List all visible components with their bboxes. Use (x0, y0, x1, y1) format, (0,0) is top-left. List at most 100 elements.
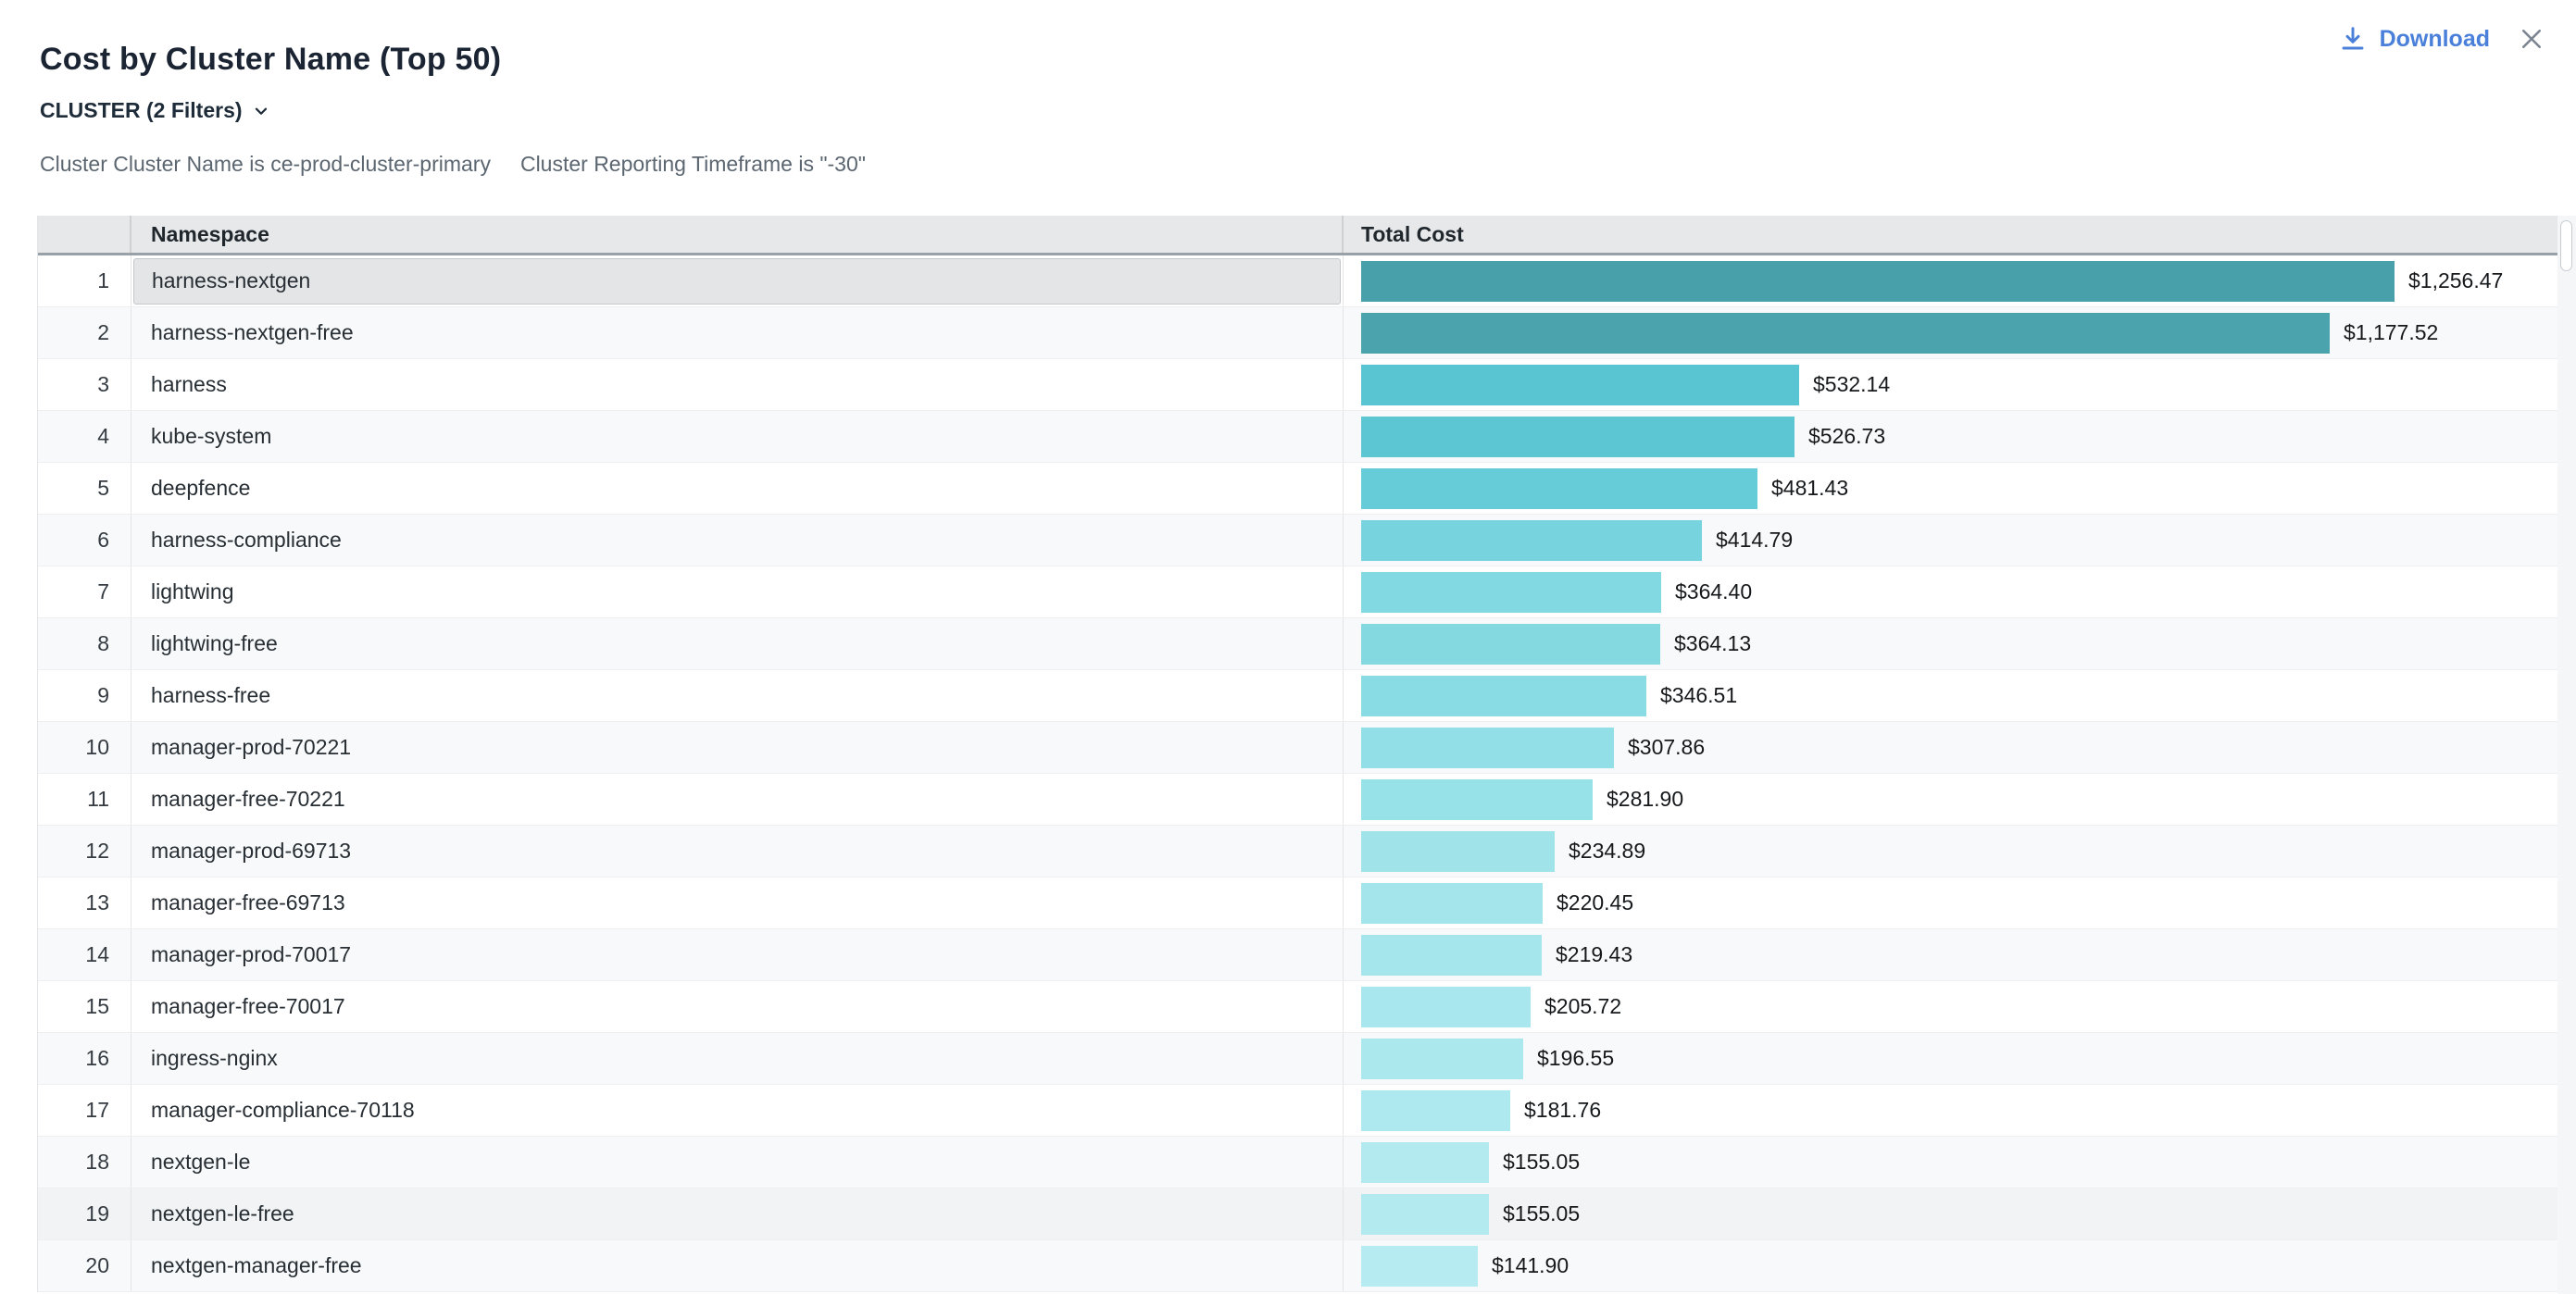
download-button[interactable]: Download (2338, 24, 2490, 54)
cost-value: $532.14 (1813, 372, 1890, 397)
table-row[interactable]: 11 manager-free-70221 $281.90 (38, 774, 2558, 826)
total-cost-cell[interactable]: $155.05 (1344, 1137, 2557, 1188)
total-cost-cell[interactable]: $1,256.47 (1344, 255, 2557, 306)
namespace-cell[interactable]: manager-prod-70017 (131, 929, 1344, 980)
table-row[interactable]: 8 lightwing-free $364.13 (38, 618, 2558, 670)
namespace-cell[interactable]: manager-free-69713 (131, 877, 1344, 928)
table-row[interactable]: 6 harness-compliance $414.79 (38, 515, 2558, 566)
namespace-cell[interactable]: harness (131, 359, 1344, 410)
cost-value: $364.13 (1674, 631, 1751, 656)
cost-bar (1361, 779, 1593, 820)
total-cost-cell[interactable]: $364.40 (1344, 566, 2557, 617)
cost-bar (1361, 883, 1543, 924)
total-cost-cell[interactable]: $196.55 (1344, 1033, 2557, 1084)
namespace-cell[interactable]: harness-free (131, 670, 1344, 721)
filter-group-label: CLUSTER (2 Filters) (40, 98, 243, 123)
namespace-cell[interactable]: manager-compliance-70118 (131, 1085, 1344, 1136)
row-rank: 18 (38, 1137, 131, 1188)
cost-value: $196.55 (1537, 1046, 1614, 1071)
total-cost-cell[interactable]: $281.90 (1344, 774, 2557, 825)
cost-value: $364.40 (1675, 579, 1752, 604)
table-row[interactable]: 19 nextgen-le-free $155.05 (38, 1188, 2558, 1240)
row-rank: 16 (38, 1033, 131, 1084)
header-cell-rank (38, 216, 131, 253)
namespace-cell[interactable]: manager-free-70017 (131, 981, 1344, 1032)
namespace-cell[interactable]: kube-system (131, 411, 1344, 462)
namespace-cell[interactable]: nextgen-le-free (131, 1188, 1344, 1239)
cost-value: $220.45 (1557, 890, 1633, 915)
table-row[interactable]: 18 nextgen-le $155.05 (38, 1137, 2558, 1188)
row-rank: 14 (38, 929, 131, 980)
total-cost-cell[interactable]: $181.76 (1344, 1085, 2557, 1136)
namespace-cell[interactable]: lightwing (131, 566, 1344, 617)
namespace-cell[interactable]: deepfence (131, 463, 1344, 514)
table-row[interactable]: 15 manager-free-70017 $205.72 (38, 981, 2558, 1033)
row-rank: 20 (38, 1240, 131, 1291)
cost-bar (1361, 987, 1531, 1027)
cost-value: $481.43 (1771, 476, 1848, 501)
table-row[interactable]: 17 manager-compliance-70118 $181.76 (38, 1085, 2558, 1137)
table-row[interactable]: 16 ingress-nginx $196.55 (38, 1033, 2558, 1085)
cost-bar (1361, 935, 1542, 976)
namespace-label: ingress-nginx (151, 1046, 278, 1071)
table-row[interactable]: 20 nextgen-manager-free $141.90 (38, 1240, 2558, 1292)
table-row[interactable]: 9 harness-free $346.51 (38, 670, 2558, 722)
row-rank: 19 (38, 1188, 131, 1239)
row-rank: 15 (38, 981, 131, 1032)
cost-value: $155.05 (1503, 1201, 1580, 1226)
total-cost-cell[interactable]: $234.89 (1344, 826, 2557, 877)
namespace-cell[interactable]: harness-nextgen (131, 255, 1344, 306)
namespace-label: deepfence (151, 476, 250, 501)
namespace-cell[interactable]: harness-compliance (131, 515, 1344, 566)
total-cost-cell[interactable]: $526.73 (1344, 411, 2557, 462)
row-rank: 5 (38, 463, 131, 514)
filter-group-toggle[interactable]: CLUSTER (2 Filters) (40, 98, 271, 123)
namespace-cell[interactable]: nextgen-le (131, 1137, 1344, 1188)
table-row[interactable]: 14 manager-prod-70017 $219.43 (38, 929, 2558, 981)
cost-bar (1361, 1246, 1478, 1287)
table-row[interactable]: 2 harness-nextgen-free $1,177.52 (38, 307, 2558, 359)
cost-value: $1,256.47 (2408, 268, 2503, 293)
namespace-cell[interactable]: lightwing-free (131, 618, 1344, 669)
total-cost-cell[interactable]: $220.45 (1344, 877, 2557, 928)
table-row[interactable]: 4 kube-system $526.73 (38, 411, 2558, 463)
total-cost-cell[interactable]: $364.13 (1344, 618, 2557, 669)
table-row[interactable]: 7 lightwing $364.40 (38, 566, 2558, 618)
table-row[interactable]: 10 manager-prod-70221 $307.86 (38, 722, 2558, 774)
table-row[interactable]: 13 manager-free-69713 $220.45 (38, 877, 2558, 929)
total-cost-cell[interactable]: $481.43 (1344, 463, 2557, 514)
total-cost-cell[interactable]: $346.51 (1344, 670, 2557, 721)
close-icon (2518, 25, 2545, 53)
total-cost-cell[interactable]: $205.72 (1344, 981, 2557, 1032)
row-rank: 10 (38, 722, 131, 773)
cost-value: $181.76 (1524, 1098, 1601, 1123)
namespace-cell[interactable]: manager-free-70221 (131, 774, 1344, 825)
total-cost-cell[interactable]: $532.14 (1344, 359, 2557, 410)
total-cost-cell[interactable]: $307.86 (1344, 722, 2557, 773)
total-cost-cell[interactable]: $414.79 (1344, 515, 2557, 566)
total-cost-cell[interactable]: $141.90 (1344, 1240, 2557, 1291)
namespace-label: manager-free-70221 (151, 787, 345, 812)
scrollbar-thumb[interactable] (2560, 220, 2572, 271)
close-button[interactable] (2518, 25, 2545, 53)
namespace-label: harness (151, 372, 227, 397)
table-row[interactable]: 1 harness-nextgen $1,256.47 (38, 255, 2558, 307)
table-row[interactable]: 3 harness $532.14 (38, 359, 2558, 411)
namespace-cell[interactable]: nextgen-manager-free (131, 1240, 1344, 1291)
header-cell-namespace[interactable]: Namespace (131, 216, 1344, 253)
download-label: Download (2380, 26, 2490, 53)
table-row[interactable]: 12 manager-prod-69713 $234.89 (38, 826, 2558, 877)
total-cost-cell[interactable]: $1,177.52 (1344, 307, 2557, 358)
namespace-label: kube-system (151, 424, 271, 449)
row-rank: 17 (38, 1085, 131, 1136)
namespace-cell[interactable]: manager-prod-69713 (131, 826, 1344, 877)
total-cost-cell[interactable]: $155.05 (1344, 1188, 2557, 1239)
total-cost-cell[interactable]: $219.43 (1344, 929, 2557, 980)
table-row[interactable]: 5 deepfence $481.43 (38, 463, 2558, 515)
namespace-cell[interactable]: harness-nextgen-free (131, 307, 1344, 358)
vertical-scrollbar[interactable] (2557, 216, 2576, 1294)
header-cell-total-cost[interactable]: Total Cost (1344, 216, 2557, 253)
namespace-cell[interactable]: ingress-nginx (131, 1033, 1344, 1084)
namespace-label: nextgen-le-free (151, 1201, 294, 1226)
namespace-cell[interactable]: manager-prod-70221 (131, 722, 1344, 773)
